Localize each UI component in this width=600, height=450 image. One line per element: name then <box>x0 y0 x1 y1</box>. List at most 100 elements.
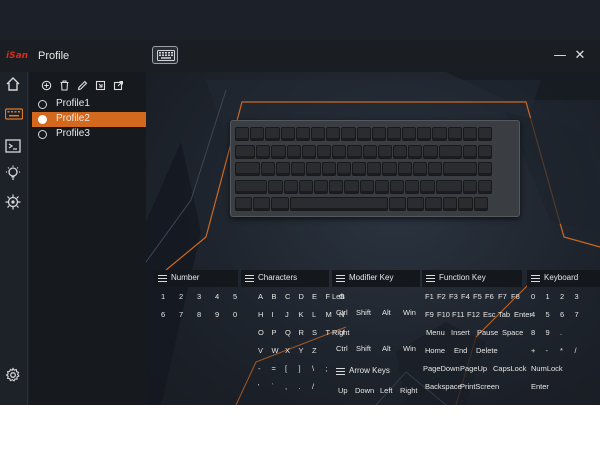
keyboard-key[interactable] <box>371 127 386 141</box>
key-button[interactable]: 9 <box>215 310 219 319</box>
key-button[interactable]: W <box>272 346 279 355</box>
key-button[interactable]: . <box>560 328 562 337</box>
keyboard-key[interactable] <box>478 127 493 141</box>
profile-item-3[interactable]: Profile3 <box>32 127 146 142</box>
key-button[interactable]: T <box>326 328 331 337</box>
keyboard-key[interactable] <box>235 197 253 211</box>
key-button[interactable]: 6 <box>161 310 165 319</box>
key-button[interactable]: Left <box>380 386 393 395</box>
keyboard-key[interactable] <box>235 162 260 176</box>
edit-icon[interactable] <box>77 78 89 91</box>
key-button[interactable]: I <box>272 310 274 319</box>
radio-button[interactable] <box>38 100 47 109</box>
keyboard-key[interactable] <box>344 179 359 194</box>
key-button[interactable]: [ <box>285 364 287 373</box>
key-button[interactable]: PageUp <box>460 364 487 373</box>
key-button[interactable]: ` <box>272 382 275 391</box>
key-button[interactable]: 5 <box>546 310 550 319</box>
keyboard-key[interactable] <box>235 179 268 194</box>
key-button[interactable]: End <box>454 346 467 355</box>
keyboard-key[interactable] <box>329 179 344 194</box>
keyboard-key[interactable] <box>306 162 321 176</box>
keyboard-key[interactable] <box>271 144 286 159</box>
key-button[interactable]: Shift <box>356 344 371 353</box>
keyboard-key[interactable] <box>310 127 326 141</box>
keyboard-key[interactable] <box>462 144 478 159</box>
keyboard-key[interactable] <box>462 179 478 194</box>
keyboard-key[interactable] <box>317 144 332 159</box>
key-button[interactable]: R <box>299 328 304 337</box>
key-button[interactable]: . <box>299 382 301 391</box>
key-button[interactable]: Z <box>312 346 317 355</box>
key-button[interactable]: Y <box>299 346 304 355</box>
keyboard-key[interactable] <box>253 197 271 211</box>
keyboard-key[interactable] <box>447 127 462 141</box>
key-button[interactable]: Q <box>285 328 291 337</box>
keyboard-key[interactable] <box>280 127 295 141</box>
close-button[interactable]: ✕ <box>570 46 590 66</box>
macro-icon[interactable] <box>5 138 23 154</box>
key-button[interactable]: M <box>326 310 332 319</box>
keyboard-key[interactable] <box>367 162 382 176</box>
keyboard-key[interactable] <box>478 179 493 194</box>
key-button[interactable]: / <box>575 346 577 355</box>
key-button[interactable]: F3 <box>449 292 458 301</box>
key-button[interactable]: , <box>285 382 287 391</box>
keyboard-key[interactable] <box>377 144 392 159</box>
keyboard-key[interactable] <box>458 197 473 211</box>
keyboard-key[interactable] <box>295 127 310 141</box>
key-button[interactable]: Enter <box>514 310 532 319</box>
keyboard-key[interactable] <box>406 197 424 211</box>
keyboard-key[interactable] <box>386 127 402 141</box>
key-button[interactable]: 5 <box>233 292 237 301</box>
keyboard-key[interactable] <box>289 197 388 211</box>
keyboard-key[interactable] <box>250 127 265 141</box>
key-button[interactable]: Up <box>338 386 348 395</box>
key-button[interactable]: 3 <box>197 292 201 301</box>
keyboard-key[interactable] <box>301 144 317 159</box>
keyboard-key[interactable] <box>276 162 291 176</box>
key-button[interactable]: F <box>326 292 331 301</box>
key-button[interactable]: ' <box>258 382 259 391</box>
key-button[interactable]: 6 <box>560 310 564 319</box>
key-button[interactable]: ] <box>299 364 301 373</box>
key-button[interactable]: Backspace <box>425 382 462 391</box>
keyboard-key[interactable] <box>424 197 443 211</box>
keyboard-key[interactable] <box>438 144 462 159</box>
keyboard-key[interactable] <box>478 144 493 159</box>
key-button[interactable]: F10 <box>437 310 450 319</box>
keyboard-key[interactable] <box>388 197 406 211</box>
key-button[interactable]: PrintScreen <box>460 382 499 391</box>
key-button[interactable]: Ctrl <box>336 344 348 353</box>
keyboard-key[interactable] <box>256 144 271 159</box>
key-button[interactable]: 1 <box>546 292 550 301</box>
key-button[interactable]: Space <box>502 328 523 337</box>
keyboard-key[interactable] <box>417 127 432 141</box>
key-button[interactable]: CapsLock <box>493 364 526 373</box>
key-button[interactable]: Win <box>403 344 416 353</box>
keyboard-key[interactable] <box>412 162 427 176</box>
keyboard-key[interactable] <box>405 179 420 194</box>
key-button[interactable]: Esc <box>483 310 496 319</box>
key-button[interactable]: Pause <box>477 328 498 337</box>
keyboard-key[interactable] <box>351 162 367 176</box>
keyboard-key[interactable] <box>427 162 443 176</box>
key-button[interactable]: H <box>258 310 263 319</box>
key-button[interactable]: Win <box>403 308 416 317</box>
keyboard-key[interactable] <box>408 144 423 159</box>
key-button[interactable]: Tab <box>498 310 510 319</box>
keyboard-key[interactable] <box>326 127 341 141</box>
keyboard-key[interactable] <box>374 179 389 194</box>
key-button[interactable]: NumLock <box>531 364 563 373</box>
key-button[interactable]: E <box>312 292 317 301</box>
keyboard-key[interactable] <box>298 179 313 194</box>
key-button[interactable]: Insert <box>451 328 470 337</box>
key-button[interactable]: J <box>285 310 289 319</box>
keyboard-key[interactable] <box>347 144 362 159</box>
key-button[interactable]: Shift <box>356 308 371 317</box>
key-button[interactable]: C <box>285 292 290 301</box>
key-button[interactable]: F12 <box>467 310 480 319</box>
key-button[interactable]: A <box>258 292 263 301</box>
key-button[interactable]: 4 <box>215 292 219 301</box>
keyboard-key[interactable] <box>432 127 447 141</box>
